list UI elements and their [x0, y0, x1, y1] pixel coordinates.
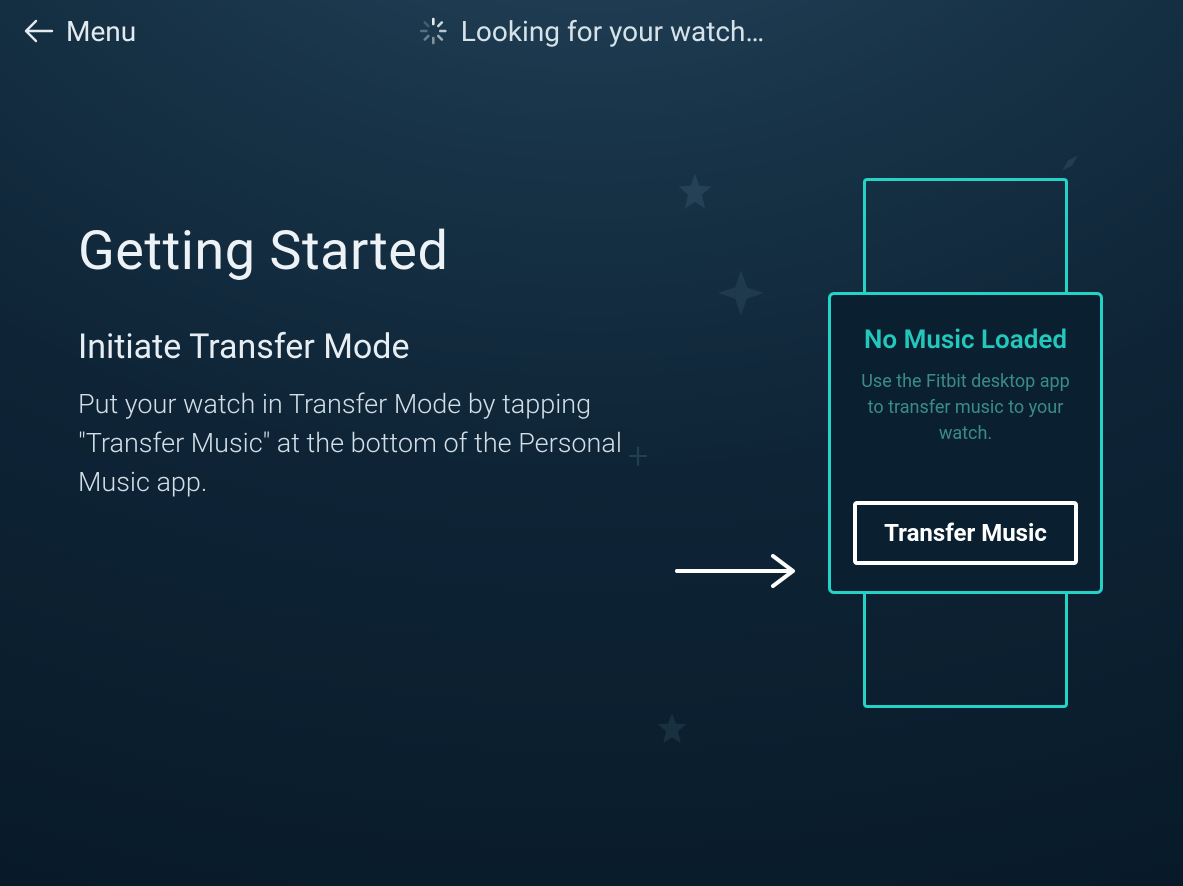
spinner-icon [419, 17, 447, 45]
watch-screen-title: No Music Loaded [853, 325, 1078, 355]
watch-illustration: No Music Loaded Use the Fitbit desktop a… [828, 178, 1103, 708]
status-text: Looking for your watch… [461, 15, 764, 48]
back-label: Menu [66, 15, 136, 48]
sparkle-icon [718, 270, 764, 316]
watch-screen-body: Use the Fitbit desktop app to transfer m… [853, 369, 1078, 447]
page-title: Getting Started [78, 220, 638, 283]
star-icon [653, 710, 691, 748]
section-title: Initiate Transfer Mode [78, 327, 638, 367]
status-bar: Looking for your watch… [419, 15, 764, 48]
transfer-music-button[interactable]: Transfer Music [853, 501, 1078, 565]
illustration: + No Music Loaded Use the Fitbit desktop… [633, 150, 1113, 770]
back-button[interactable]: Menu [24, 15, 136, 48]
pointer-arrow-icon [673, 552, 803, 590]
top-bar: Menu Looking for your watch… [0, 0, 1183, 62]
watch-band-top [863, 178, 1068, 292]
back-arrow-icon [24, 19, 54, 43]
watch-band-bottom [863, 594, 1068, 708]
watch-face: No Music Loaded Use the Fitbit desktop a… [828, 292, 1103, 594]
instruction-text: Put your watch in Transfer Mode by tappi… [78, 385, 638, 502]
star-icon [673, 170, 717, 214]
sparkle-icon [1057, 150, 1083, 176]
content-panel: Getting Started Initiate Transfer Mode P… [78, 220, 638, 502]
